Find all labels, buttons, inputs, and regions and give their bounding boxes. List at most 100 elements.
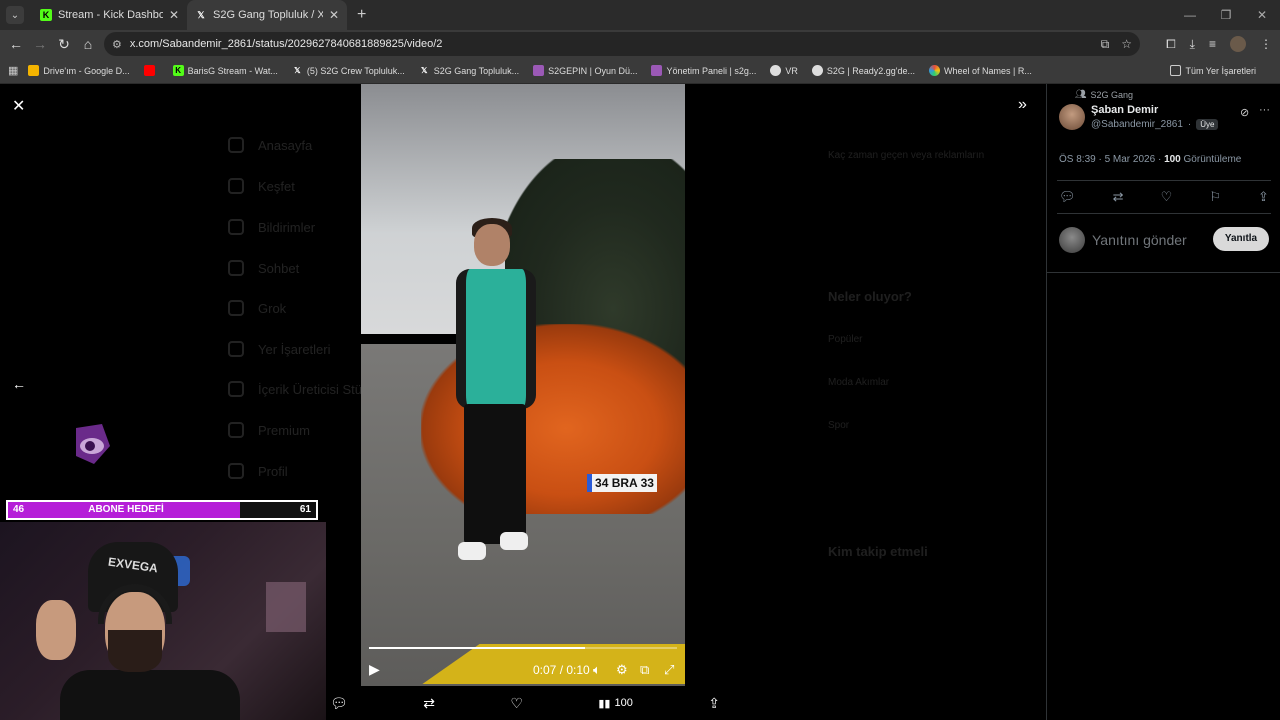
close-window-button[interactable]: ✕ — [1244, 8, 1280, 22]
reply-button[interactable]: Yanıtla — [1213, 227, 1269, 251]
fullscreen-icon[interactable]: ⤢ — [664, 662, 674, 678]
bookmark-item[interactable]: 𝕏 (5) S2G Crew Topluluk... — [292, 65, 405, 76]
tab-x[interactable]: 𝕏 S2G Gang Topluluk / X ✕ — [187, 0, 347, 30]
ready2-icon — [811, 65, 823, 76]
author-name[interactable]: Şaban Demir — [1091, 104, 1158, 116]
ghost-nav-item: Premium — [228, 422, 310, 438]
home-button[interactable]: ⌂ — [76, 36, 100, 52]
bookmark-item[interactable]: Wheel of Names | R... — [929, 65, 1032, 76]
license-plate: 34 BRA 33 — [587, 474, 657, 492]
install-app-icon[interactable]: ⧉ — [1101, 37, 1110, 52]
site-info-icon[interactable]: ⚙ — [112, 38, 122, 51]
divider — [1057, 180, 1271, 181]
user-avatar — [1059, 227, 1085, 253]
s2g-icon — [533, 65, 545, 76]
profile-avatar[interactable] — [1230, 36, 1246, 52]
member-badge: Üye — [1196, 119, 1219, 130]
share-icon[interactable]: ⇪ — [708, 695, 720, 712]
menu-icon[interactable]: ⋮ — [1260, 37, 1272, 51]
repost-icon[interactable]: ⇄ — [423, 695, 435, 712]
ghost-nav-item: Sohbet — [228, 260, 299, 276]
video-frame-person — [456, 214, 546, 574]
bookmark-label: VR — [785, 65, 798, 76]
play-icon[interactable]: ▶ — [369, 661, 380, 678]
tab-kick[interactable]: K Stream - Kick Dashboard ✕ — [32, 0, 187, 30]
views-count: 100 — [614, 697, 633, 709]
ghost-right-text: Moda Akımlar — [828, 377, 890, 388]
expand-panel-icon[interactable]: » — [1018, 96, 1027, 114]
ghost-nav-item: Grok — [228, 300, 286, 316]
reload-button[interactable]: ↻ — [52, 36, 76, 53]
tab-search-button[interactable]: ⌄ — [6, 6, 24, 24]
bookmark-item[interactable] — [143, 65, 159, 76]
apps-grid-icon[interactable]: ▦ — [8, 64, 18, 77]
close-tab-icon[interactable]: ✕ — [169, 8, 179, 22]
repost-icon[interactable]: ⇄ — [1113, 189, 1124, 205]
divider — [1057, 213, 1271, 214]
bookmark-item[interactable]: S2G | Ready2.gg'de... — [811, 65, 915, 76]
close-tab-icon[interactable]: ✕ — [329, 8, 339, 22]
bookmark-item[interactable]: S2GEPIN | Oyun Dü... — [533, 65, 637, 76]
tweet-view-label: Görüntüleme — [1180, 154, 1242, 165]
reply-icon[interactable]: 💬︎ — [330, 695, 348, 712]
all-bookmarks[interactable]: Tüm Yer İşaretleri — [1170, 65, 1256, 76]
share-icon[interactable]: ⇪ — [1258, 189, 1269, 205]
bookmark-item[interactable]: K BarisG Stream - Wat... — [172, 65, 278, 76]
reply-input[interactable]: Yanıtını gönder — [1092, 232, 1187, 248]
bookmark-label: Wheel of Names | R... — [944, 65, 1032, 76]
reply-icon[interactable]: 💬︎ — [1059, 189, 1076, 205]
extensions-icon[interactable]: ⧠ — [1166, 37, 1176, 52]
volume-icon[interactable]: 🔈︎ — [593, 662, 601, 678]
minimize-button[interactable]: — — [1172, 8, 1208, 22]
video-progress-bar[interactable] — [369, 647, 677, 649]
video-time: 0:07 / 0:10 — [533, 663, 590, 677]
grok-icon[interactable]: ⊘ — [1240, 106, 1249, 119]
community-label[interactable]: 👥︎ S2G Gang — [1075, 89, 1133, 100]
bookmark-label: S2GEPIN | Oyun Dü... — [548, 65, 638, 76]
tweet-action-bar: 💬︎ ⇄ ♡ ▮▮ 100 ⇪ — [330, 690, 720, 716]
url-text: x.com/Sabandemir_2861/status/20296278406… — [129, 38, 443, 50]
address-bar[interactable]: ⚙ x.com/Sabandemir_2861/status/202962784… — [104, 32, 1140, 56]
s2g-icon — [651, 65, 663, 76]
bookmark-icon[interactable]: ⚐ — [1209, 189, 1221, 205]
tweet-time: ÖS 8:39 · 5 Mar 2026 · — [1059, 154, 1165, 165]
settings-icon[interactable]: ⚙ — [616, 662, 628, 678]
side-action-bar: 💬︎ ⇄ ♡ ⚐ ⇪ — [1059, 189, 1269, 205]
x-icon: 𝕏 — [197, 9, 205, 20]
video-player[interactable]: 34 BRA 33 — [361, 84, 685, 686]
views-button[interactable]: ▮▮ 100 — [598, 697, 632, 710]
bookmark-item[interactable]: Drive'ım - Google D... — [28, 65, 130, 76]
like-icon[interactable]: ♡ — [510, 695, 523, 712]
author-avatar[interactable] — [1059, 104, 1085, 130]
folder-icon — [1170, 65, 1182, 76]
goal-target: 61 — [299, 504, 311, 515]
ghost-right-text: Kim takip etmeli — [828, 544, 928, 559]
restore-button[interactable]: ❐ — [1208, 8, 1244, 22]
like-icon[interactable]: ♡ — [1161, 189, 1173, 205]
author-handle-row: @Sabandemir_2861 · Üye — [1091, 119, 1219, 130]
webcam-overlay: EXVEGA — [0, 522, 326, 720]
ghost-right-text: Spor — [828, 420, 850, 431]
previous-media-icon[interactable]: ← — [12, 376, 26, 392]
new-tab-button[interactable]: + — [357, 6, 366, 24]
ghost-nav-item: Yer İşaretleri — [228, 341, 331, 357]
x-icon: 𝕏 — [294, 66, 301, 75]
back-button[interactable]: ← — [4, 36, 28, 52]
bookmark-item[interactable]: VR — [770, 65, 798, 76]
bookmark-item[interactable]: Yönetim Paneli | s2g... — [651, 65, 756, 76]
media-control-icon[interactable]: ≡ — [1209, 37, 1216, 51]
more-options-icon[interactable]: ··· — [1259, 104, 1270, 116]
bookmark-item[interactable]: 𝕏 S2G Gang Topluluk... — [419, 65, 519, 76]
forward-button[interactable]: → — [28, 36, 52, 52]
downloads-icon[interactable]: ⤓ — [1190, 37, 1195, 52]
bookmark-star-icon[interactable]: ☆ — [1121, 37, 1132, 52]
tweet-meta: ÖS 8:39 · 5 Mar 2026 · 100 Görüntüleme — [1059, 154, 1241, 165]
tab-title: Stream - Kick Dashboard — [58, 9, 163, 21]
community-icon: 👥︎ — [1075, 89, 1087, 99]
author-handle[interactable]: @Sabandemir_2861 — [1091, 119, 1183, 130]
pip-icon[interactable]: ⧉ — [640, 662, 649, 678]
drive-icon — [28, 65, 40, 76]
video-progress-fill — [369, 647, 585, 649]
tab-strip: ⌄ K Stream - Kick Dashboard ✕ 𝕏 S2G Gang… — [0, 0, 1280, 30]
close-viewer-icon[interactable]: ✕ — [12, 96, 25, 116]
